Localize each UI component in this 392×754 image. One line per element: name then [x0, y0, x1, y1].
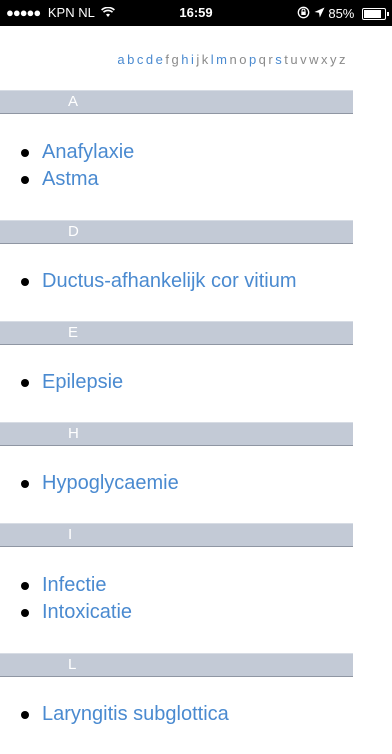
- alphabet-letter-r: r: [268, 52, 274, 67]
- alphabet-letter-m[interactable]: m: [216, 52, 227, 67]
- location-arrow-icon: [314, 6, 329, 21]
- list-item[interactable]: Infectie: [0, 572, 392, 599]
- alphabet-letter-u: u: [290, 52, 299, 67]
- alphabet-letter-k: k: [201, 52, 209, 67]
- list-item[interactable]: Intoxicatie: [0, 599, 392, 626]
- battery-icon: [362, 7, 389, 20]
- list-item[interactable]: Epilepsie: [0, 369, 392, 396]
- bullet-icon: [21, 711, 29, 719]
- alphabet-letter-c[interactable]: c: [137, 52, 144, 67]
- bullet-icon: [21, 379, 29, 387]
- bullet-icon: [21, 176, 29, 184]
- section-header-d: D: [0, 220, 353, 244]
- alphabet-letter-a[interactable]: a: [117, 52, 125, 67]
- status-right: 85%: [297, 5, 389, 22]
- alphabet-letter-z: z: [339, 52, 346, 67]
- alphabet-letter-b[interactable]: b: [127, 52, 135, 67]
- section-list-d: Ductus-afhankelijk cor vitium: [0, 244, 392, 321]
- alphabet-letter-j: j: [196, 52, 200, 67]
- item-link[interactable]: Infectie: [42, 574, 106, 596]
- item-link[interactable]: Laryngitis subglottica: [42, 703, 229, 725]
- list-item[interactable]: Astma: [0, 166, 392, 193]
- alphabet-letter-y: y: [330, 52, 337, 67]
- section-header-i: I: [0, 523, 353, 547]
- item-link[interactable]: Anafylaxie: [42, 141, 134, 163]
- alphabet-letter-l[interactable]: l: [211, 52, 214, 67]
- item-link[interactable]: Hypoglycaemie: [42, 472, 179, 494]
- alphabet-letter-p[interactable]: p: [249, 52, 257, 67]
- section-header-h: H: [0, 422, 353, 446]
- bullet-icon: [21, 480, 29, 488]
- section-header-e: E: [0, 321, 353, 345]
- section-list-l: Laryngitis subglottica: [0, 677, 392, 754]
- alphabet-letter-o: o: [239, 52, 247, 67]
- section-header-a: A: [0, 90, 353, 114]
- alphabet-letter-x: x: [321, 52, 328, 67]
- alphabet-letter-w: w: [309, 52, 319, 67]
- bullet-icon: [21, 149, 29, 157]
- item-link[interactable]: Ductus-afhankelijk cor vitium: [42, 270, 297, 292]
- alphabet-letter-n: n: [229, 52, 238, 67]
- alphabet-letter-v: v: [300, 52, 308, 67]
- section-list-a: Anafylaxie Astma: [0, 114, 392, 220]
- section-list-h: Hypoglycaemie: [0, 446, 392, 523]
- alphabet-letter-q: q: [258, 52, 267, 67]
- bullet-icon: [21, 609, 29, 617]
- bullet-icon: [21, 278, 29, 286]
- list-item[interactable]: Anafylaxie: [0, 139, 392, 166]
- item-link[interactable]: Epilepsie: [42, 371, 123, 393]
- condition-list: A Anafylaxie Astma D Ductus-afhankelijk cor …: [0, 90, 392, 754]
- battery-percentage: 85%: [328, 6, 355, 22]
- alphabet-index: abcdefghijklmnopqrstuvwxyz: [0, 52, 392, 67]
- list-item[interactable]: Hypoglycaemie: [0, 470, 392, 497]
- rotation-lock-icon: [297, 6, 314, 22]
- alphabet-letter-i[interactable]: i: [191, 52, 194, 67]
- list-item[interactable]: Ductus-afhankelijk cor vitium: [0, 268, 392, 295]
- status-bar: ●●●●● KPN NL 16:59 85%: [0, 0, 392, 26]
- alphabet-letter-e[interactable]: e: [156, 52, 164, 67]
- alphabet-letter-s[interactable]: s: [275, 52, 282, 67]
- alphabet-letter-t: t: [284, 52, 289, 67]
- alphabet-letter-f: f: [165, 52, 170, 67]
- bullet-icon: [21, 582, 29, 590]
- battery-level: [364, 9, 381, 18]
- item-link[interactable]: Intoxicatie: [42, 601, 132, 623]
- alphabet-letter-h[interactable]: h: [181, 52, 189, 67]
- alphabet-letter-g: g: [171, 52, 180, 67]
- section-list-i: Infectie Intoxicatie: [0, 547, 392, 653]
- section-list-e: Epilepsie: [0, 345, 392, 422]
- section-header-l: L: [0, 653, 353, 677]
- list-item[interactable]: Laryngitis subglottica: [0, 701, 392, 728]
- alphabet-letter-d[interactable]: d: [146, 52, 154, 67]
- item-link[interactable]: Astma: [42, 168, 99, 190]
